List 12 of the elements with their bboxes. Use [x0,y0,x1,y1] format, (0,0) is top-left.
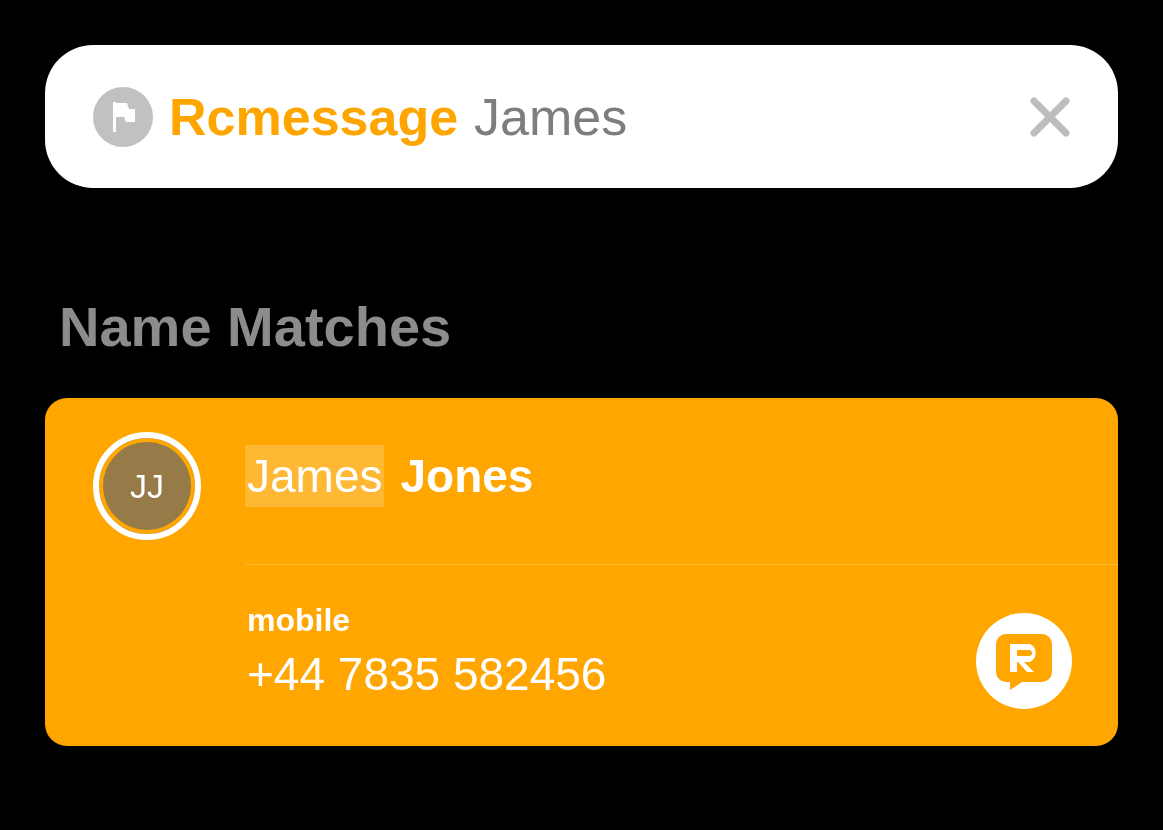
section-title: Name Matches [59,294,453,360]
search-scope: Rcmessage [169,86,459,147]
contact-card[interactable]: JJ James Jones mobile +44 7835 582456 [45,398,1118,746]
phone-number: +44 7835 582456 [247,646,608,701]
flag-icon [93,86,153,147]
avatar: JJ [93,432,201,540]
close-icon[interactable] [1030,96,1070,137]
phone-label: mobile [247,601,352,639]
highlighted-name: James [245,445,385,507]
search-field[interactable]: Rcmessage James [45,45,1118,188]
search-input[interactable]: James [474,86,1014,147]
contact-name: Jones [399,449,535,504]
